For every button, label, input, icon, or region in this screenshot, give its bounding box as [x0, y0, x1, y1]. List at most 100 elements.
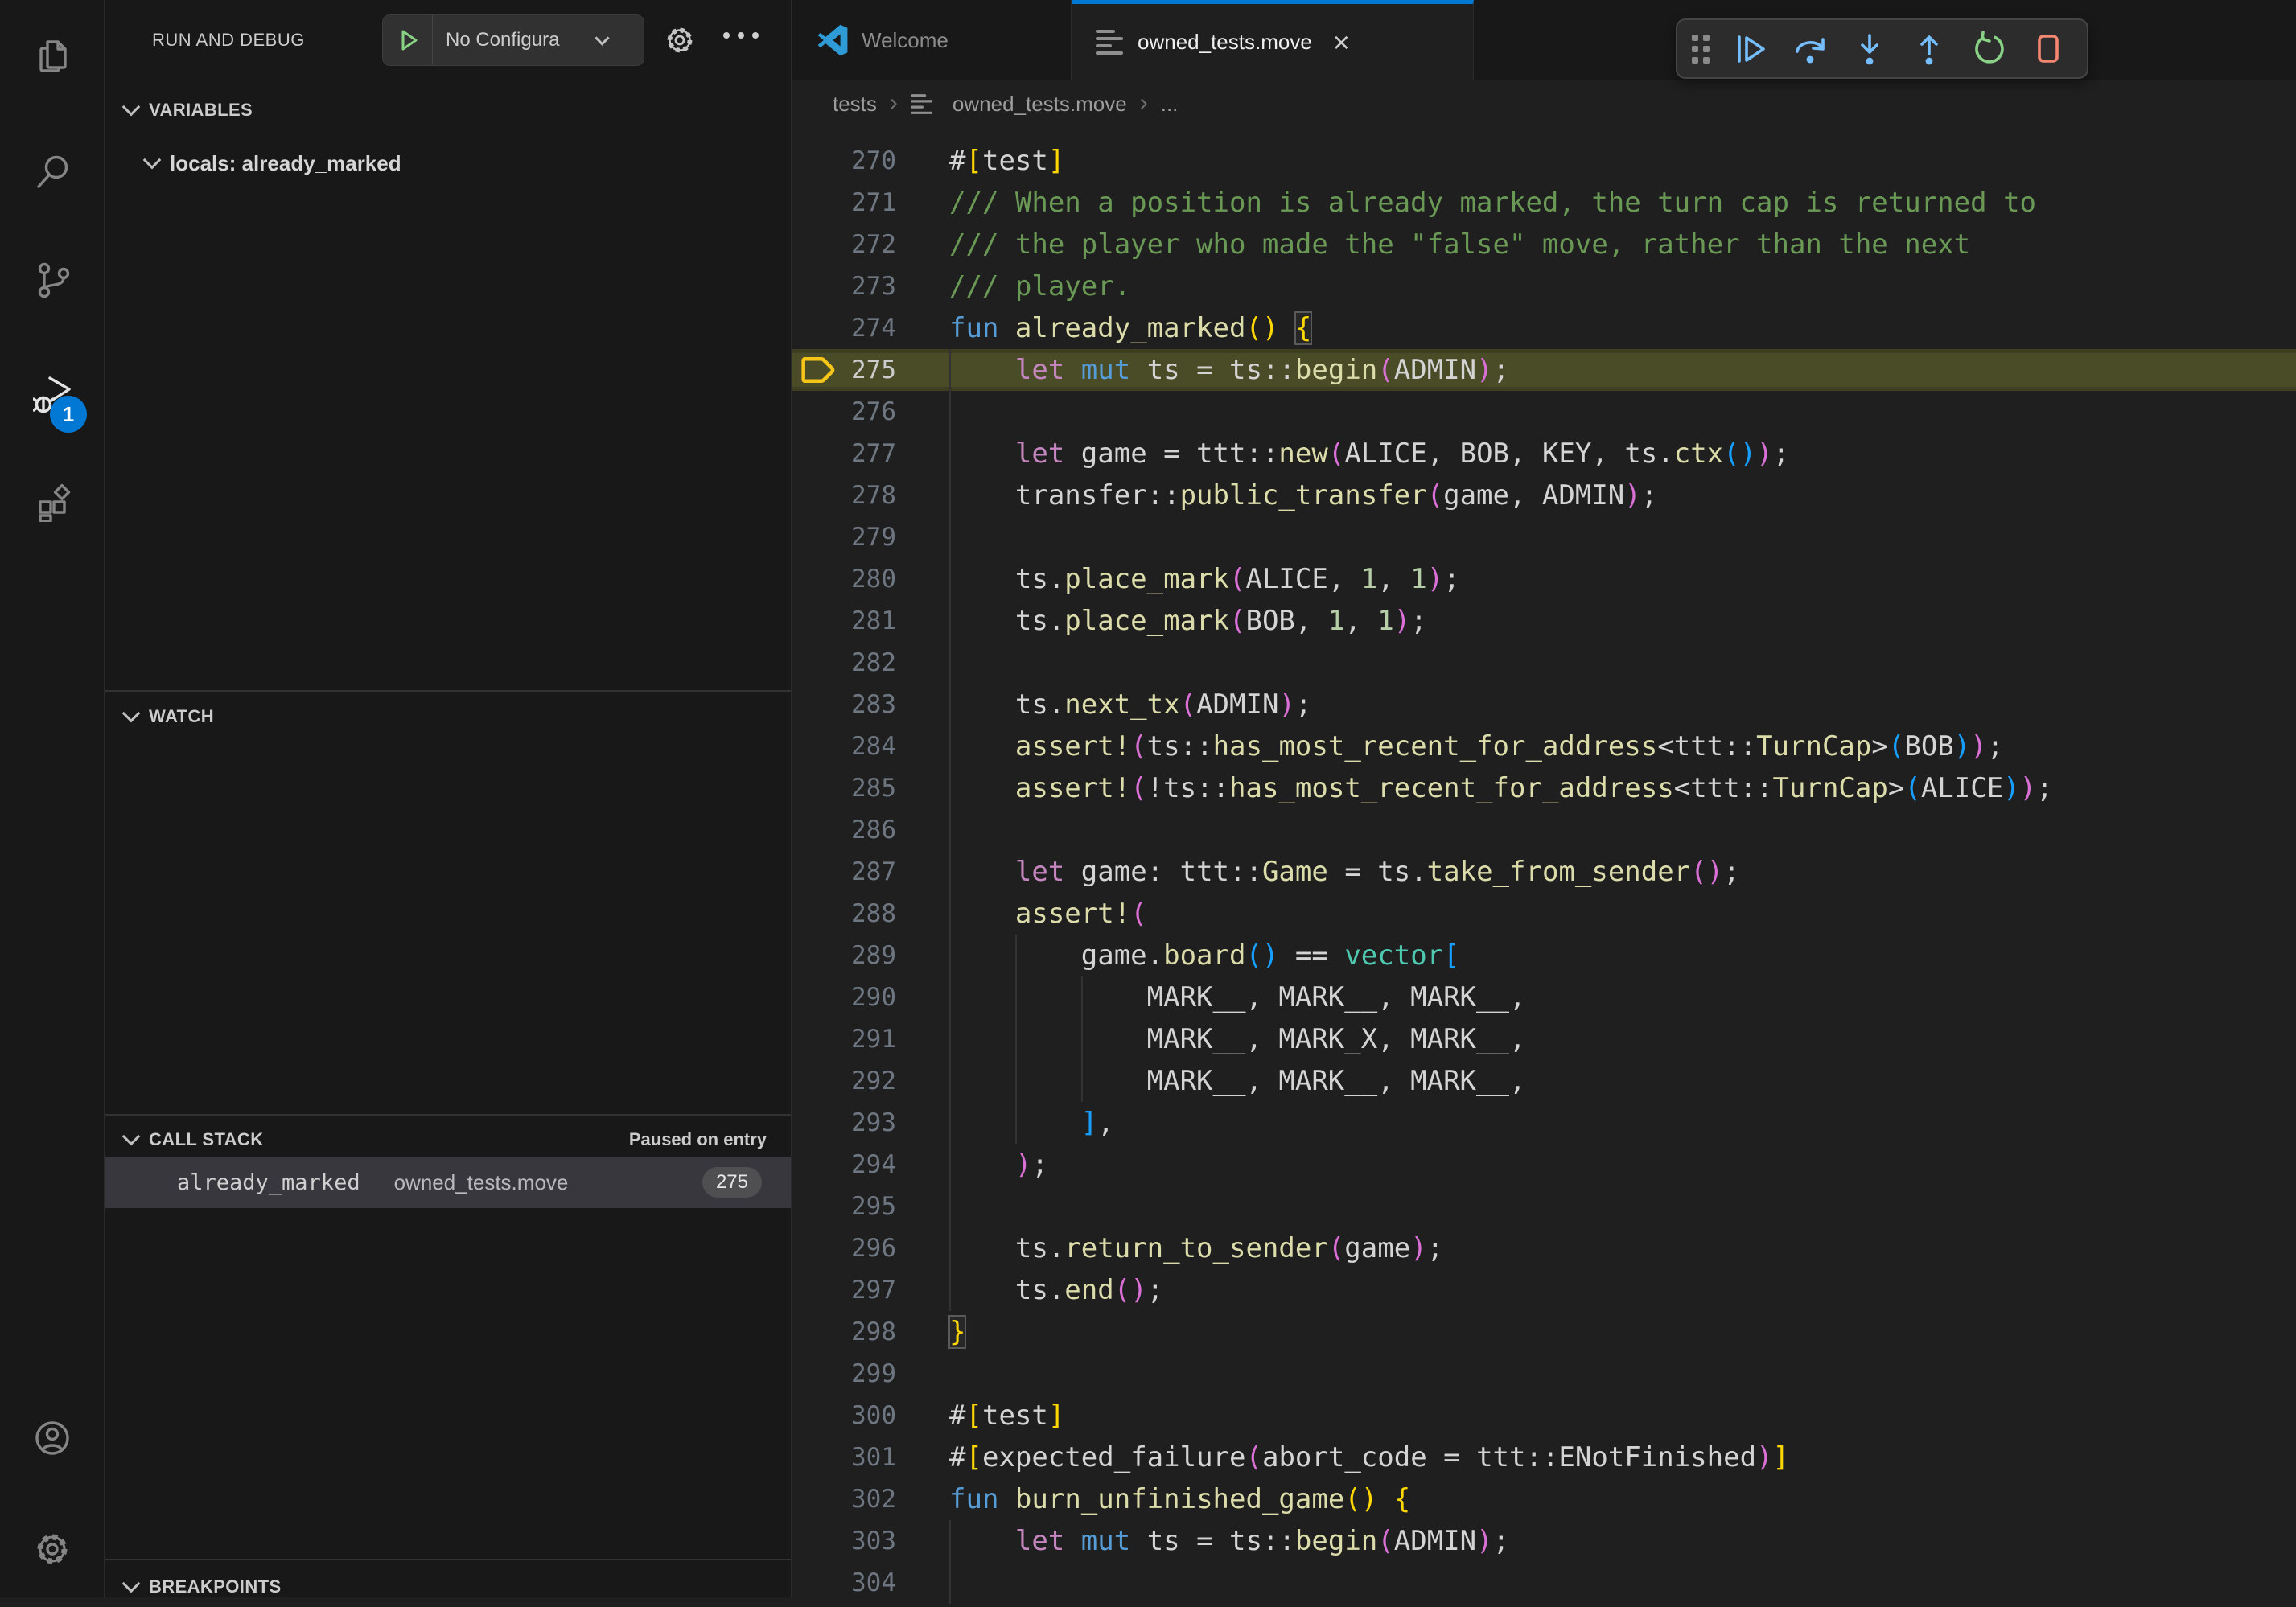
variables-scope-row[interactable]: locals: already_marked: [105, 143, 791, 183]
code-line-288[interactable]: 288 assert!(: [792, 893, 2296, 935]
code-line-303[interactable]: 303 let mut ts = ts::begin(ADMIN);: [792, 1520, 2296, 1562]
code-line-293[interactable]: 293 ],: [792, 1102, 2296, 1144]
line-number[interactable]: 288: [792, 893, 896, 935]
line-number[interactable]: 278: [792, 475, 896, 516]
line-number[interactable]: 303: [792, 1520, 896, 1562]
line-number[interactable]: 284: [792, 725, 896, 767]
code-line-290[interactable]: 290 MARK__, MARK__, MARK__,: [792, 976, 2296, 1018]
debug-settings-gear-icon[interactable]: [664, 24, 696, 56]
code-line-272[interactable]: 272/// the player who made the "false" m…: [792, 224, 2296, 265]
code-line-292[interactable]: 292 MARK__, MARK__, MARK__,: [792, 1060, 2296, 1102]
code-line-302[interactable]: 302fun burn_unfinished_game() {: [792, 1478, 2296, 1520]
line-number[interactable]: 281: [792, 600, 896, 642]
line-number[interactable]: 297: [792, 1269, 896, 1311]
code-line-294[interactable]: 294 );: [792, 1144, 2296, 1186]
line-number[interactable]: 282: [792, 642, 896, 684]
step-over-icon[interactable]: [1792, 31, 1829, 68]
line-number[interactable]: 293: [792, 1102, 896, 1144]
line-number[interactable]: 273: [792, 265, 896, 307]
line-number[interactable]: 276: [792, 391, 896, 433]
breakpoints-section-header[interactable]: BREAKPOINTS: [105, 1567, 791, 1607]
code-line-279[interactable]: 279: [792, 516, 2296, 558]
code-line-298[interactable]: 298}: [792, 1311, 2296, 1353]
extensions-icon[interactable]: [33, 483, 72, 522]
code-line-273[interactable]: 273/// player.: [792, 265, 2296, 307]
line-number[interactable]: 286: [792, 809, 896, 851]
continue-icon[interactable]: [1732, 31, 1769, 68]
restart-icon[interactable]: [1970, 31, 2007, 68]
start-debug-config-button[interactable]: No Configura: [382, 14, 644, 66]
line-number[interactable]: 295: [792, 1186, 896, 1227]
tab-owned-tests-move[interactable]: owned_tests.move ×: [1072, 0, 1474, 80]
config-dropdown-label[interactable]: No Configura: [446, 29, 595, 51]
breadcrumb-item-file[interactable]: owned_tests.move: [953, 92, 1127, 117]
settings-gear-icon[interactable]: [33, 1530, 72, 1568]
code-line-271[interactable]: 271/// When a position is already marked…: [792, 182, 2296, 224]
line-number[interactable]: 272: [792, 224, 896, 265]
line-number[interactable]: 287: [792, 851, 896, 893]
step-out-icon[interactable]: [1911, 31, 1948, 68]
code-line-291[interactable]: 291 MARK__, MARK_X, MARK__,: [792, 1018, 2296, 1060]
line-number[interactable]: 299: [792, 1353, 896, 1395]
line-number[interactable]: 291: [792, 1018, 896, 1060]
code-line-270[interactable]: 270#[test]: [792, 140, 2296, 182]
code-line-285[interactable]: 285 assert!(!ts::has_most_recent_for_add…: [792, 767, 2296, 809]
line-number[interactable]: 298: [792, 1311, 896, 1353]
code-line-286[interactable]: 286: [792, 809, 2296, 851]
search-icon[interactable]: [33, 152, 72, 191]
code-line-278[interactable]: 278 transfer::public_transfer(game, ADMI…: [792, 475, 2296, 516]
code-line-283[interactable]: 283 ts.next_tx(ADMIN);: [792, 684, 2296, 725]
code-line-297[interactable]: 297 ts.end();: [792, 1269, 2296, 1311]
breadcrumb-item-tests[interactable]: tests: [833, 92, 877, 117]
close-icon[interactable]: ×: [1333, 28, 1350, 57]
line-number[interactable]: 301: [792, 1436, 896, 1478]
code-line-281[interactable]: 281 ts.place_mark(BOB, 1, 1);: [792, 600, 2296, 642]
source-control-icon[interactable]: [33, 261, 72, 299]
code-line-299[interactable]: 299: [792, 1353, 2296, 1395]
line-number[interactable]: 270: [792, 140, 896, 182]
code-line-287[interactable]: 287 let game: ttt::Game = ts.take_from_s…: [792, 851, 2296, 893]
code-line-284[interactable]: 284 assert!(ts::has_most_recent_for_addr…: [792, 725, 2296, 767]
line-number[interactable]: 283: [792, 684, 896, 725]
code-line-277[interactable]: 277 let game = ttt::new(ALICE, BOB, KEY,…: [792, 433, 2296, 475]
code-line-274[interactable]: 274fun already_marked() {: [792, 307, 2296, 349]
toolbar-drag-grip[interactable]: [1692, 35, 1710, 64]
line-number[interactable]: 271: [792, 182, 896, 224]
code-line-276[interactable]: 276: [792, 391, 2296, 433]
more-actions-icon[interactable]: [723, 32, 759, 39]
breadcrumb-item-more[interactable]: ...: [1161, 92, 1179, 117]
code-line-304[interactable]: 304: [792, 1562, 2296, 1604]
tab-welcome[interactable]: Welcome: [792, 0, 1072, 80]
line-number[interactable]: 279: [792, 516, 896, 558]
line-number[interactable]: 302: [792, 1478, 896, 1520]
code-line-301[interactable]: 301#[expected_failure(abort_code = ttt::…: [792, 1436, 2296, 1478]
line-number[interactable]: 285: [792, 767, 896, 809]
start-debug-play-icon[interactable]: [383, 15, 433, 65]
chevron-down-icon[interactable]: [595, 31, 609, 45]
line-number[interactable]: 290: [792, 976, 896, 1018]
code-line-300[interactable]: 300#[test]: [792, 1395, 2296, 1436]
call-stack-frame-row[interactable]: already_marked owned_tests.move 275: [105, 1157, 791, 1208]
code-line-289[interactable]: 289 game.board() == vector[: [792, 935, 2296, 976]
line-number[interactable]: 304: [792, 1562, 896, 1604]
account-icon[interactable]: [33, 1419, 72, 1457]
step-into-icon[interactable]: [1851, 31, 1888, 68]
code-line-295[interactable]: 295: [792, 1186, 2296, 1227]
explorer-icon[interactable]: [33, 37, 72, 76]
code-line-280[interactable]: 280 ts.place_mark(ALICE, 1, 1);: [792, 558, 2296, 600]
line-number[interactable]: 274: [792, 307, 896, 349]
stop-icon[interactable]: [2030, 31, 2067, 68]
line-number[interactable]: 280: [792, 558, 896, 600]
code-line-282[interactable]: 282: [792, 642, 2296, 684]
line-number[interactable]: 300: [792, 1395, 896, 1436]
line-number[interactable]: 292: [792, 1060, 896, 1102]
line-number[interactable]: 294: [792, 1144, 896, 1186]
variables-section-header[interactable]: VARIABLES: [105, 90, 791, 130]
line-number[interactable]: 289: [792, 935, 896, 976]
code-line-296[interactable]: 296 ts.return_to_sender(game);: [792, 1227, 2296, 1269]
code-line-275[interactable]: 275 let mut ts = ts::begin(ADMIN);: [792, 349, 2296, 391]
code-area[interactable]: 270#[test]271/// When a position is alre…: [792, 127, 2296, 1597]
call-stack-section-header[interactable]: CALL STACK Paused on entry: [105, 1120, 791, 1160]
line-number[interactable]: 296: [792, 1227, 896, 1269]
watch-section-header[interactable]: WATCH: [105, 697, 791, 737]
